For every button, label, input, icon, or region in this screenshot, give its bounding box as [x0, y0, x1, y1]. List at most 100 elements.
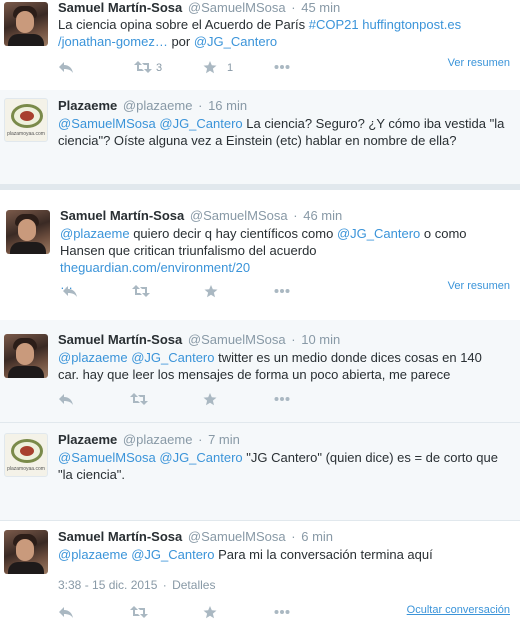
retweet-icon[interactable]: 3	[134, 61, 162, 75]
mention-link[interactable]: @SamuelMSosa	[58, 450, 156, 465]
view-summary-link[interactable]: Ver resumen	[448, 57, 510, 69]
mention-link[interactable]: @JG_Cantero	[337, 226, 420, 241]
hide-conversation-link[interactable]: Ocultar conversación	[407, 604, 510, 616]
tweet-4[interactable]: Samuel Martín-Sosa @SamuelMSosa · 10 min…	[0, 320, 520, 422]
screen-name[interactable]: @plazaeme	[123, 98, 193, 113]
avatar[interactable]	[4, 530, 48, 574]
tweet-metadata: 3:38 - 15 dic. 2015 · Detalles	[58, 578, 215, 592]
retweet-icon[interactable]	[130, 393, 148, 407]
separator-dot: ·	[293, 208, 298, 223]
mention-link[interactable]: @plazaeme	[58, 547, 128, 562]
tweet-actions: 3 1	[58, 61, 358, 75]
like-icon[interactable]	[203, 393, 217, 407]
reply-icon[interactable]	[58, 61, 74, 75]
display-name[interactable]: Samuel Martín-Sosa	[58, 332, 182, 347]
tweet-5[interactable]: plazamoyaa.com Plazaeme @plazaeme · 7 mi…	[0, 422, 520, 520]
mention-link[interactable]: @JG_Cantero	[159, 450, 242, 465]
text-segment: por	[167, 34, 194, 49]
hashtag-link[interactable]: #COP21	[309, 17, 359, 32]
screen-name[interactable]: @SamuelMSosa	[188, 529, 286, 544]
tweet-header: Plazaeme @plazaeme · 7 min	[58, 432, 240, 447]
separator-dot: ·	[198, 432, 203, 447]
tweet-text: @plazaeme quiero decir q hay científicos…	[60, 225, 510, 293]
screen-name[interactable]: @SamuelMSosa	[188, 0, 286, 15]
tweet-timestamp[interactable]: 3:38 - 15 dic. 2015	[58, 578, 157, 592]
text-segment: Hansen que critican triunfalismo del acu…	[60, 243, 317, 258]
mention-link[interactable]: @JG_Cantero	[131, 547, 214, 562]
avatar[interactable]: plazamoyaa.com	[4, 98, 48, 142]
display-name[interactable]: Samuel Martín-Sosa	[58, 0, 182, 15]
retweet-count: 3	[156, 62, 163, 74]
more-icon[interactable]	[274, 61, 290, 75]
text-segment: "la ciencia".	[58, 467, 126, 482]
separator-dot: ·	[198, 98, 203, 113]
text-segment: car. hay que leer los mensajes de forma …	[58, 367, 451, 382]
url-link[interactable]: huffingtonpost.es	[362, 17, 461, 32]
display-name[interactable]: Plazaeme	[58, 98, 117, 113]
separator-dot: ·	[162, 578, 167, 592]
avatar[interactable]	[4, 334, 48, 378]
like-icon[interactable]	[204, 285, 218, 299]
mention-link[interactable]: @JG_Cantero	[159, 116, 242, 131]
screen-name[interactable]: @SamuelMSosa	[188, 332, 286, 347]
avatar[interactable]: plazamoyaa.com	[4, 433, 48, 477]
mention-link[interactable]: @JG_Cantero	[131, 350, 214, 365]
avatar[interactable]	[4, 2, 48, 46]
view-summary-link[interactable]: Ver resumen	[448, 280, 510, 292]
text-segment: La ciencia opina sobre el Acuerdo de Par…	[58, 17, 309, 32]
tweet-time[interactable]: 45 min	[301, 0, 340, 15]
text-segment: quiero decir q hay científicos como	[129, 226, 337, 241]
tweet-1[interactable]: Samuel Martín-Sosa @SamuelMSosa · 45 min…	[0, 0, 520, 90]
display-name[interactable]: Samuel Martín-Sosa	[60, 208, 184, 223]
tweet-header: Plazaeme @plazaeme · 16 min	[58, 98, 247, 113]
reply-icon[interactable]	[62, 285, 78, 299]
tweet-actions	[58, 393, 358, 407]
tweet-6[interactable]: Samuel Martín-Sosa @SamuelMSosa · 6 min …	[0, 520, 520, 620]
url-link[interactable]: /jonathan-gomez…	[58, 34, 168, 49]
url-link[interactable]: theguardian.com/environment/20	[60, 260, 250, 275]
tweet-time[interactable]: 16 min	[208, 98, 247, 113]
screen-name[interactable]: @plazaeme	[123, 432, 193, 447]
tweet-time[interactable]: 7 min	[208, 432, 240, 447]
text-segment: "JG Cantero" (quien dice) es = de corto …	[242, 450, 498, 465]
separator-dot: ·	[291, 529, 296, 544]
tweet-text: @SamuelMSosa @JG_Cantero "JG Cantero" (q…	[58, 449, 513, 483]
tweet-text: @plazaeme @JG_Cantero twitter es un medi…	[58, 349, 513, 383]
tweet-actions	[62, 285, 362, 299]
logo-text: plazamoyaa.com	[7, 131, 45, 137]
more-icon[interactable]	[274, 285, 290, 299]
display-name[interactable]: Samuel Martín-Sosa	[58, 529, 182, 544]
tweet-3[interactable]: Samuel Martín-Sosa @SamuelMSosa · 46 min…	[0, 190, 520, 320]
tweet-text: @plazaeme @JG_Cantero Para mi la convers…	[58, 546, 513, 563]
text-segment: Para mi la conversación termina aquí	[214, 547, 433, 562]
tweet-text: @SamuelMSosa @JG_Cantero La ciencia? Seg…	[58, 115, 513, 149]
tweet-time[interactable]: 46 min	[303, 208, 342, 223]
tweet-time[interactable]: 10 min	[301, 332, 340, 347]
more-icon[interactable]	[274, 393, 290, 407]
reply-icon[interactable]	[58, 393, 74, 407]
retweet-icon[interactable]	[132, 285, 150, 299]
avatar[interactable]	[6, 210, 50, 254]
retweet-icon[interactable]	[130, 606, 148, 620]
more-icon[interactable]	[274, 606, 290, 620]
screen-name[interactable]: @SamuelMSosa	[190, 208, 288, 223]
text-segment: La ciencia? Seguro? ¿Y cómo iba vestida …	[242, 116, 505, 131]
mention-link[interactable]: @plazaeme	[58, 350, 128, 365]
display-name[interactable]: Plazaeme	[58, 432, 117, 447]
tweet-text: La ciencia opina sobre el Acuerdo de Par…	[58, 16, 508, 50]
text-segment: o como	[420, 226, 467, 241]
mention-link[interactable]: @plazaeme	[60, 226, 130, 241]
like-icon[interactable]: 1	[203, 61, 233, 75]
tweet-header: Samuel Martín-Sosa @SamuelMSosa · 45 min	[58, 0, 340, 15]
mention-link[interactable]: @JG_Cantero	[194, 34, 277, 49]
tweet-2[interactable]: plazamoyaa.com Plazaeme @plazaeme · 16 m…	[0, 90, 520, 184]
like-count: 1	[227, 62, 234, 74]
details-link[interactable]: Detalles	[172, 578, 215, 592]
separator-dot: ·	[291, 0, 296, 15]
like-icon[interactable]	[203, 606, 217, 620]
mention-link[interactable]: @SamuelMSosa	[58, 116, 156, 131]
logo-text: plazamoyaa.com	[7, 466, 45, 472]
tweet-time[interactable]: 6 min	[301, 529, 333, 544]
text-segment: ciencia"? Oíste alguna vez a Einstein (e…	[58, 133, 457, 148]
reply-icon[interactable]	[58, 606, 74, 620]
